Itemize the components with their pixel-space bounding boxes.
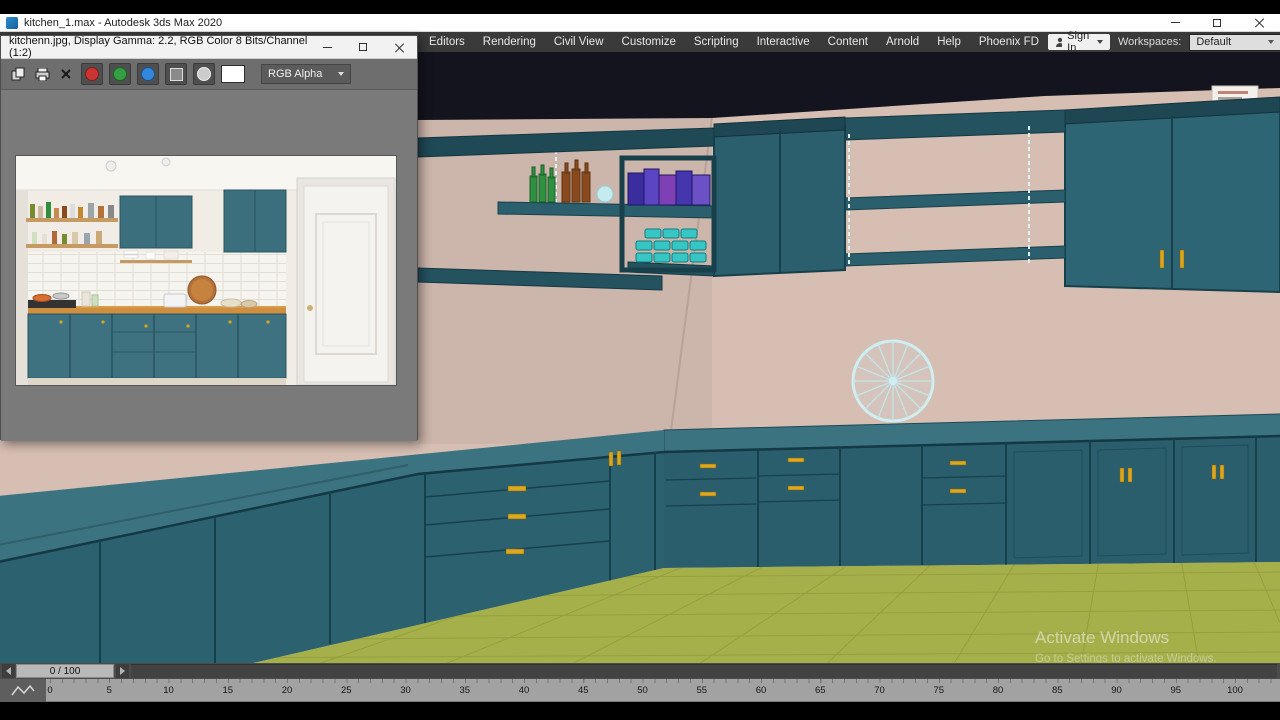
letterbox-bottom [0, 702, 1280, 720]
render-close-button[interactable] [381, 36, 417, 58]
frame-tick-100: 100 [1227, 685, 1243, 696]
workspace-value: Default [1196, 36, 1232, 48]
right-arrow-icon [120, 667, 125, 675]
time-slider-handle[interactable]: 0 / 100 [16, 664, 114, 678]
chevron-down-icon [338, 72, 345, 76]
clear-icon[interactable] [57, 65, 75, 83]
frame-tick-90: 90 [1111, 685, 1122, 696]
chevron-down-icon [1268, 40, 1275, 44]
workspace-dropdown[interactable]: Default [1189, 33, 1280, 51]
frame-tick-80: 80 [992, 685, 1004, 696]
frame-tick-35: 35 [459, 685, 471, 696]
channel-dropdown-value: RGB Alpha [268, 68, 323, 80]
print-icon[interactable] [33, 65, 51, 83]
rendered-image [15, 155, 397, 386]
previous-frame-button[interactable] [2, 664, 15, 678]
time-slider-track[interactable] [131, 664, 1277, 678]
menu-item-scripting[interactable]: Scripting [685, 32, 748, 52]
letterbox-top [0, 0, 1280, 14]
frame-tick-25: 25 [340, 685, 352, 696]
frame-tick-10: 10 [163, 685, 174, 696]
render-window-body [1, 90, 417, 441]
frame-tick-55: 55 [696, 685, 708, 696]
color-swatch[interactable] [221, 65, 245, 83]
red-channel-icon[interactable] [81, 63, 103, 85]
cabinet-handle [1179, 249, 1185, 269]
blue-channel-icon[interactable] [137, 63, 159, 85]
menu-item-rendering[interactable]: Rendering [474, 32, 545, 52]
maximize-icon [1213, 18, 1221, 27]
workspaces-label: Workspaces: [1117, 36, 1182, 48]
screen: kitchen_1.max - Autodesk 3ds Max 2020 Ed… [0, 0, 1280, 720]
activate-windows-watermark: Activate Windows [1035, 628, 1170, 647]
render-minimize-button[interactable] [309, 36, 345, 58]
sign-in-button[interactable]: Sign In [1047, 30, 1110, 54]
frame-ruler: 0 5 10 15 20 25 30 35 40 45 50 55 60 65 70 75 80 85 90 95 10… [0, 679, 1280, 701]
wall-wheel [851, 339, 935, 423]
minimize-button[interactable] [1154, 14, 1196, 31]
menu-item-civil-view[interactable]: Civil View [545, 32, 613, 52]
base-cabinets-right [663, 413, 1280, 568]
frame-tick-65: 65 [814, 685, 826, 696]
close-icon [395, 43, 404, 52]
cabinet-handle [1159, 249, 1165, 269]
maximize-icon [359, 43, 367, 51]
sign-in-label: Sign In [1067, 30, 1090, 54]
frame-tick-75: 75 [933, 685, 945, 696]
menu-item-editors[interactable]: Editors [420, 32, 474, 52]
clone-icon[interactable] [9, 65, 27, 83]
render-window-titlebar[interactable]: kitchenn.jpg, Display Gamma: 2.2, RGB Co… [1, 35, 417, 59]
frame-tick-45: 45 [577, 685, 589, 696]
close-button[interactable] [1238, 14, 1280, 31]
monochrome-icon[interactable] [193, 63, 215, 85]
menu-item-content[interactable]: Content [819, 32, 877, 52]
frame-tick-95: 95 [1170, 685, 1182, 696]
menu-item-phoenix-fd[interactable]: Phoenix FD [970, 32, 1048, 52]
render-window-title: kitchenn.jpg, Display Gamma: 2.2, RGB Co… [9, 35, 308, 59]
frame-tick-0: 0 [47, 685, 53, 696]
minimize-icon [1170, 22, 1180, 23]
window-title: kitchen_1.max - Autodesk 3ds Max 2020 [24, 16, 223, 29]
frame-tick-70: 70 [874, 685, 885, 696]
green-channel-icon[interactable] [109, 63, 131, 85]
alpha-channel-icon[interactable] [165, 63, 187, 85]
menu-item-arnold[interactable]: Arnold [877, 32, 928, 52]
frame-tick-5: 5 [106, 685, 112, 696]
track-bar[interactable]: 0 5 10 15 20 25 30 35 40 45 50 55 60 65 70 75 80 85 90 95 10… [0, 679, 1280, 702]
render-window-toolbar: RGB Alpha [1, 59, 417, 90]
frame-tick-50: 50 [637, 685, 648, 696]
render-frame-window: kitchenn.jpg, Display Gamma: 2.2, RGB Co… [0, 35, 418, 441]
frame-tick-40: 40 [518, 685, 530, 696]
frame-tick-60: 60 [755, 685, 767, 696]
frame-tick-85: 85 [1051, 685, 1063, 696]
frame-tick-20: 20 [281, 685, 293, 696]
time-slider: 0 / 100 [0, 663, 1280, 679]
render-maximize-button[interactable] [345, 36, 381, 58]
chevron-down-icon [1096, 40, 1103, 44]
user-icon [1055, 37, 1063, 47]
menu-item-customize[interactable]: Customize [613, 32, 685, 52]
close-icon [1255, 18, 1264, 27]
next-frame-button[interactable] [116, 664, 129, 678]
3ds-max-app-icon [6, 16, 18, 29]
menu-item-interactive[interactable]: Interactive [748, 32, 819, 52]
menu-item-help[interactable]: Help [928, 32, 970, 52]
minimize-icon [322, 46, 332, 48]
maximize-button[interactable] [1196, 14, 1238, 31]
frame-tick-30: 30 [400, 685, 411, 696]
frame-tick-15: 15 [222, 685, 234, 696]
channel-dropdown[interactable]: RGB Alpha [261, 64, 352, 84]
left-arrow-icon [6, 667, 11, 675]
